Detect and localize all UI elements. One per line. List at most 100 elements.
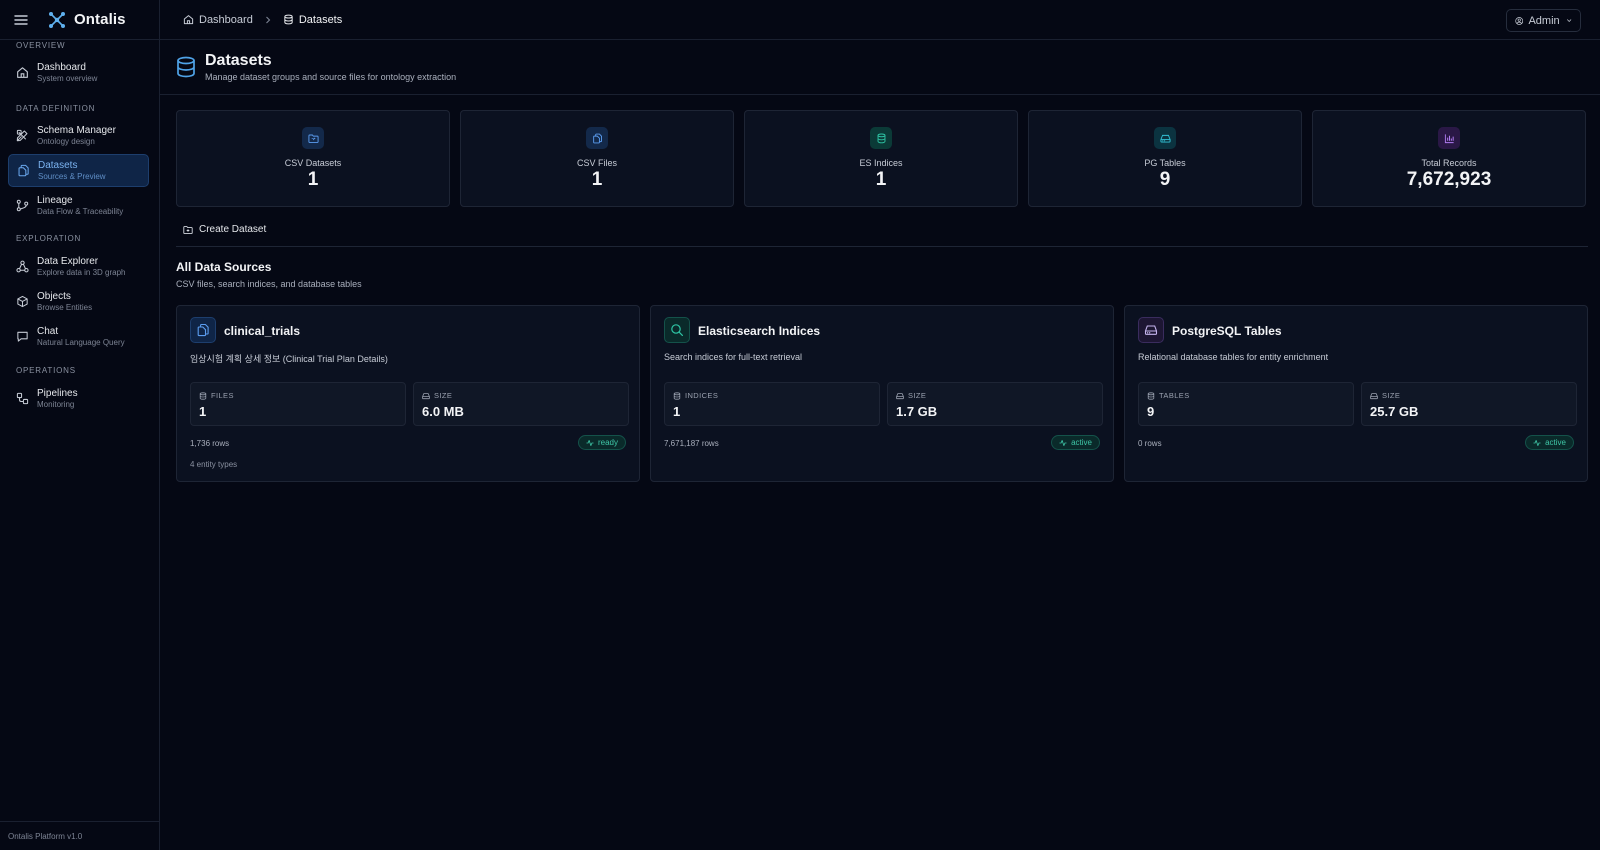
metric-label-text: Size xyxy=(434,391,453,400)
stat-card-pg-tables: PG Tables 9 xyxy=(1028,110,1302,207)
metric-label-text: Size xyxy=(908,391,927,400)
source-description: 임상시험 계획 상세 정보 (Clinical Trial Plan Detai… xyxy=(190,354,388,364)
source-icon-box xyxy=(664,317,690,343)
source-card-clinical-trials[interactable]: clinical_trials 임상시험 계획 상세 정보 (Clinical … xyxy=(176,305,640,482)
status-text: ready xyxy=(597,438,618,447)
page-subtitle: Manage dataset groups and source files f… xyxy=(205,72,457,82)
source-title: Elasticsearch Indices xyxy=(698,324,821,338)
entity-type-count: 4 entity types xyxy=(190,460,238,469)
sidebar-item-datasets[interactable]: Datasets Sources & Preview xyxy=(8,154,149,187)
sidebar-item-lineage[interactable]: Lineage Data Flow & Traceability xyxy=(8,189,149,222)
source-card-elasticsearch[interactable]: Elasticsearch Indices Search indices for… xyxy=(650,305,1114,482)
page-title: Datasets xyxy=(205,52,272,69)
metric-tables: Tables 9 xyxy=(1138,382,1354,426)
metric-size: Size 6.0 MB xyxy=(413,382,629,426)
section-title: All Data Sources xyxy=(176,260,272,274)
database-icon xyxy=(673,391,681,400)
sidebar-item-objects[interactable]: Objects Browse Entities xyxy=(8,285,149,318)
bar-chart-icon xyxy=(1444,133,1454,143)
sidebar-item-subtitle: Ontology design xyxy=(37,137,95,147)
logo-icon xyxy=(49,11,65,28)
stat-value: 1 xyxy=(307,169,319,190)
metric-label-text: Files xyxy=(211,391,234,400)
workflow-icon xyxy=(16,392,29,405)
harddrive-icon xyxy=(1370,392,1378,399)
sidebar-item-subtitle: Sources & Preview xyxy=(38,172,106,182)
sidebar-item-dashboard[interactable]: Dashboard System overview xyxy=(8,56,149,89)
database-icon xyxy=(877,133,885,143)
status-badge: active xyxy=(1051,435,1100,450)
row-count: 0 rows xyxy=(1138,439,1162,448)
stat-label: CSV Datasets xyxy=(284,158,342,168)
stat-icon-box xyxy=(1438,127,1460,149)
chat-icon xyxy=(17,331,28,342)
sidebar-section-overview: Overview xyxy=(16,41,66,50)
sidebar-section-exploration: Exploration xyxy=(16,234,82,243)
sidebar-item-subtitle: Monitoring xyxy=(37,400,75,410)
stat-card-es-indices: ES Indices 1 xyxy=(744,110,1018,207)
stat-icon-box xyxy=(870,127,892,149)
activity-icon xyxy=(586,439,594,446)
sidebar-item-title: Datasets xyxy=(38,159,78,171)
files-icon xyxy=(197,323,209,337)
stat-icon-box xyxy=(586,127,608,149)
metric-value: 9 xyxy=(1147,404,1155,419)
app-version: Ontalis Platform v1.0 xyxy=(0,821,159,850)
harddrive-icon xyxy=(1159,134,1171,143)
stat-card-total-records: Total Records 7,672,923 xyxy=(1312,110,1586,207)
breadcrumb-datasets[interactable]: Datasets xyxy=(283,14,342,26)
section-subtitle: CSV files, search indices, and database … xyxy=(176,279,362,289)
status-badge: active xyxy=(1525,435,1574,450)
sidebar-item-title: Chat xyxy=(37,325,59,337)
create-dataset-button[interactable]: Create Dataset xyxy=(175,220,274,239)
home-icon xyxy=(183,15,194,25)
sidebar-item-title: Schema Manager xyxy=(37,124,116,136)
status-badge: ready xyxy=(577,435,626,450)
stat-card-csv-files: CSV Files 1 xyxy=(460,110,734,207)
page-header: Datasets Manage dataset groups and sourc… xyxy=(160,40,1600,95)
user-menu-button[interactable]: Admin xyxy=(1506,9,1581,32)
files-icon xyxy=(18,164,29,177)
metric-label-text: Indices xyxy=(685,391,719,400)
metric-label: Size xyxy=(422,391,452,400)
app-name: Ontalis xyxy=(74,11,126,28)
stat-card-csv-datasets: CSV Datasets 1 xyxy=(176,110,450,207)
stat-value: 9 xyxy=(1159,169,1171,190)
activity-icon xyxy=(1059,439,1067,446)
menu-icon[interactable] xyxy=(14,13,28,27)
files-icon xyxy=(592,133,602,143)
stat-value: 1 xyxy=(591,169,603,190)
breadcrumb-label: Dashboard xyxy=(199,13,253,26)
metric-size: Size 25.7 GB xyxy=(1361,382,1577,426)
divider xyxy=(176,246,1588,247)
source-icon-box xyxy=(190,317,216,343)
metric-label: Size xyxy=(1370,391,1400,400)
source-icon-box xyxy=(1138,317,1164,343)
harddrive-icon xyxy=(1144,325,1158,335)
sidebar-item-schema-manager[interactable]: Schema Manager Ontology design xyxy=(8,119,149,152)
metric-label: Tables xyxy=(1147,391,1190,400)
lineage-icon xyxy=(16,199,29,212)
database-icon xyxy=(1147,391,1155,400)
stat-label: Total Records xyxy=(1421,158,1477,168)
sidebar-item-chat[interactable]: Chat Natural Language Query xyxy=(8,320,149,353)
chevron-down-icon xyxy=(1566,19,1571,22)
metric-value: 1.7 GB xyxy=(896,404,938,419)
sidebar-section-data-definition: Data Definition xyxy=(16,104,96,113)
sidebar-item-subtitle: Explore data in 3D graph xyxy=(37,268,126,278)
database-icon xyxy=(177,56,195,78)
source-description: Search indices for full-text retrieval xyxy=(664,352,803,362)
stat-value: 1 xyxy=(875,169,887,190)
breadcrumb-dashboard[interactable]: Dashboard xyxy=(183,14,253,26)
sidebar-item-title: Objects xyxy=(37,290,71,302)
source-card-postgresql[interactable]: PostgreSQL Tables Relational database ta… xyxy=(1124,305,1588,482)
metric-value: 1 xyxy=(673,404,681,419)
metric-files: Files 1 xyxy=(190,382,406,426)
harddrive-icon xyxy=(896,392,904,399)
sidebar-item-pipelines[interactable]: Pipelines Monitoring xyxy=(8,382,149,415)
status-text: active xyxy=(1545,438,1566,447)
sidebar-section-operations: Operations xyxy=(16,366,76,375)
sidebar-item-data-explorer[interactable]: Data Explorer Explore data in 3D graph xyxy=(8,250,149,283)
top-bar: Ontalis Dashboard Datasets Admin xyxy=(0,0,1600,40)
stat-icon-box xyxy=(1154,127,1176,149)
